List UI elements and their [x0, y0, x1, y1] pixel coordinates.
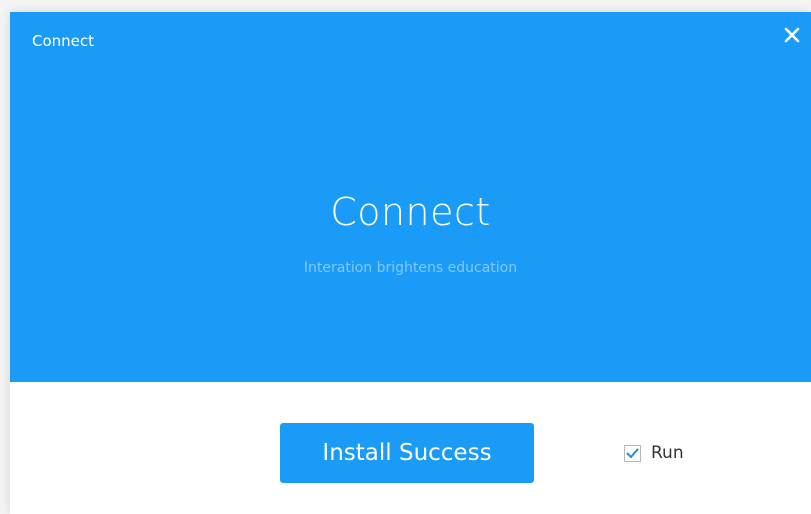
- window-title: Connect: [32, 32, 95, 50]
- close-icon: [781, 24, 803, 46]
- run-checkbox[interactable]: [624, 444, 641, 463]
- close-button[interactable]: [781, 24, 803, 46]
- app-name-heading: Connect: [330, 190, 491, 234]
- run-checkbox-label: Run: [651, 443, 684, 463]
- installer-window: Connect Connect Interation brightens edu…: [10, 12, 811, 514]
- tagline: Interation brightens education: [303, 260, 518, 276]
- run-option[interactable]: Run: [624, 442, 684, 464]
- hero-banner: Connect Connect Interation brightens edu…: [10, 12, 811, 382]
- install-status-button[interactable]: Install Success: [280, 423, 534, 483]
- checkmark-icon: [626, 444, 639, 463]
